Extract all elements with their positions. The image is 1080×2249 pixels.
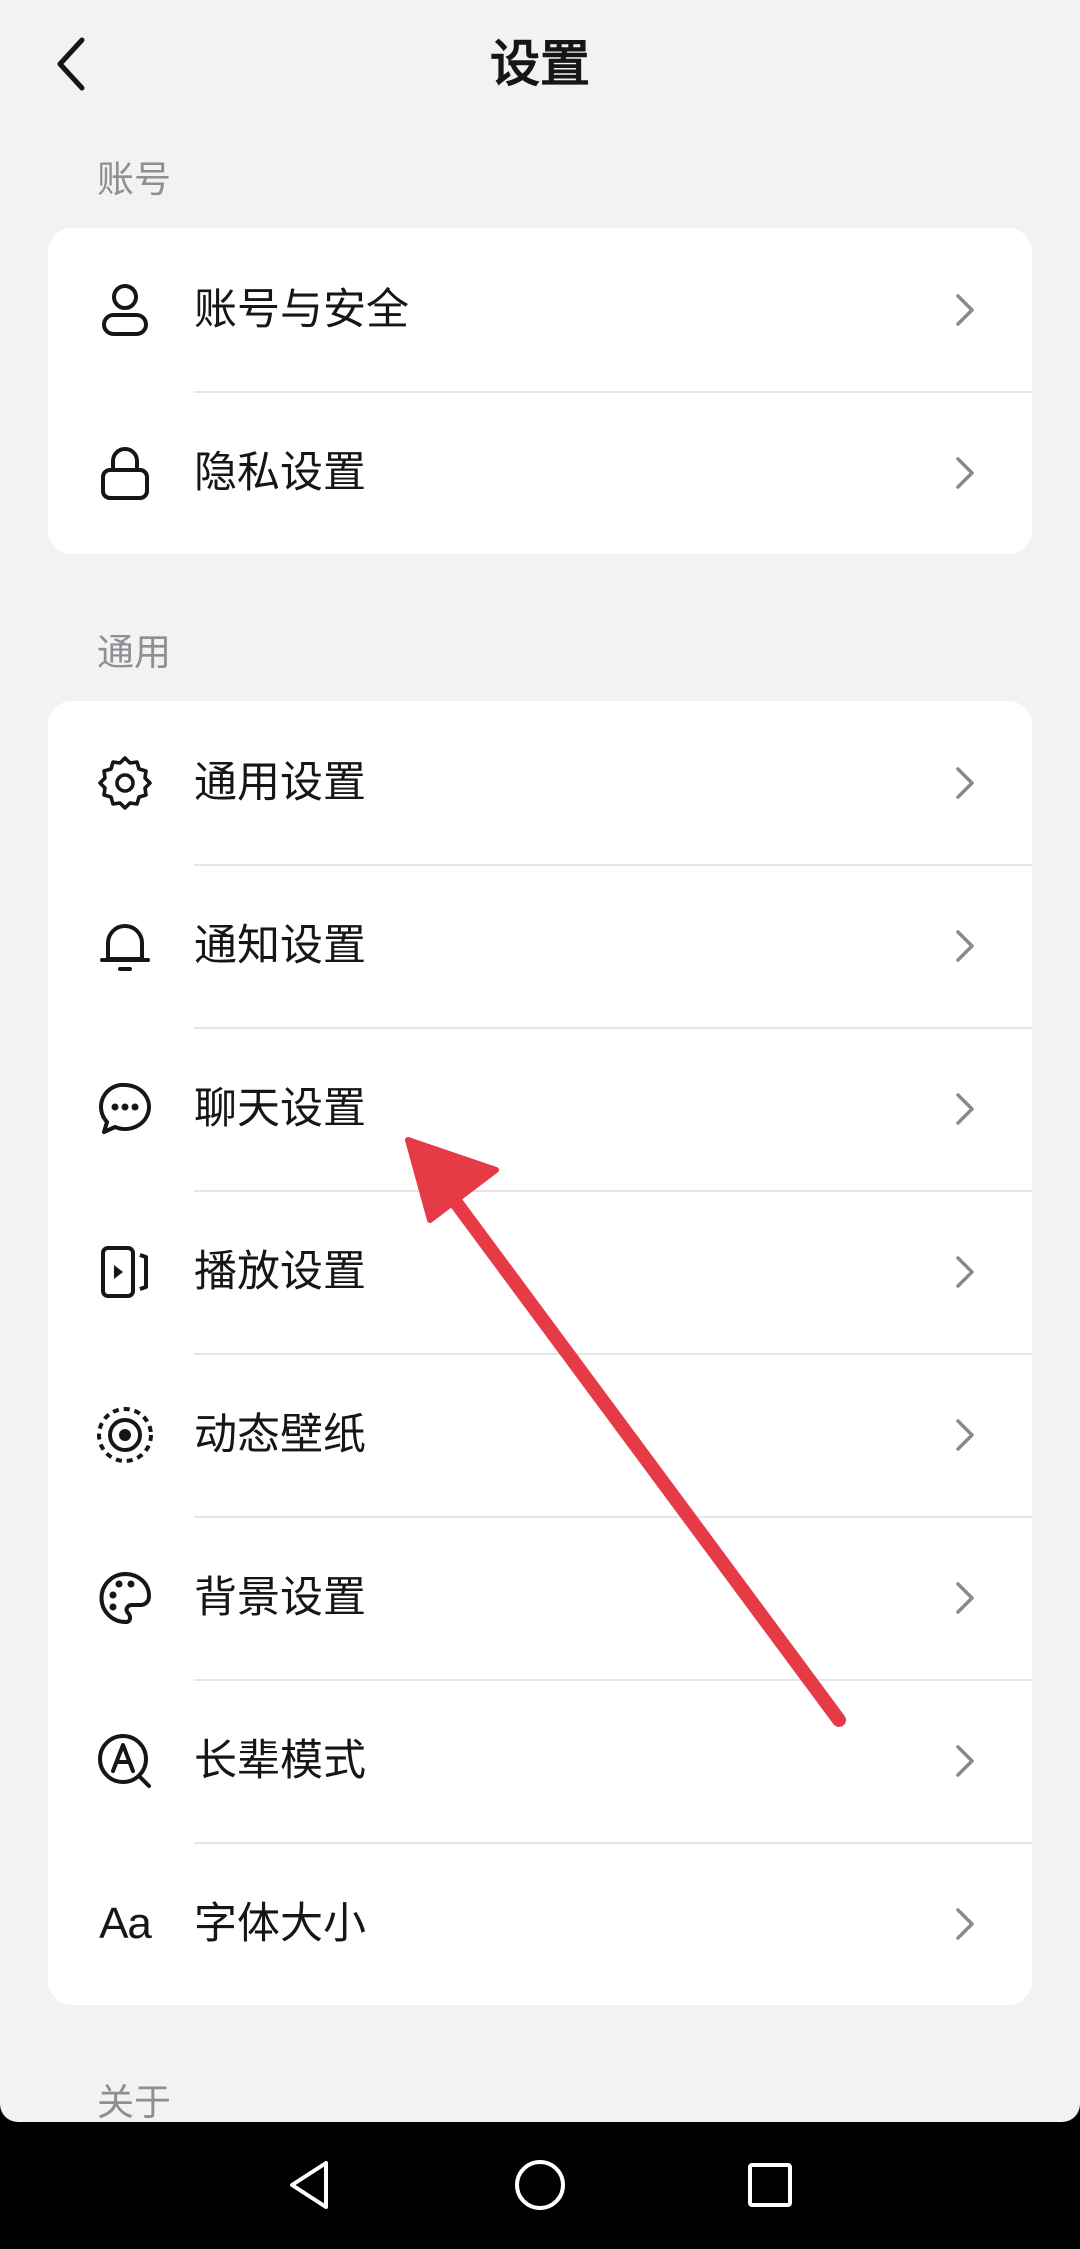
section-label-general: 通用 xyxy=(97,631,171,674)
chevron-right-icon xyxy=(950,1578,980,1618)
divider xyxy=(194,1679,1032,1681)
divider xyxy=(194,864,1032,866)
bell-icon xyxy=(95,916,155,976)
divider xyxy=(194,391,1032,393)
header: 设置 xyxy=(0,0,1080,130)
elder-mode-icon xyxy=(95,1731,155,1791)
chat-bubble-icon xyxy=(95,1079,155,1139)
account-card: 账号与安全 隐私设置 xyxy=(48,228,1032,554)
settings-row-general[interactable]: 通用设置 xyxy=(48,701,1032,864)
settings-row-elder-mode[interactable]: 长辈模式 xyxy=(48,1679,1032,1842)
system-nav-bar xyxy=(0,2122,1080,2249)
chevron-right-icon xyxy=(950,1252,980,1292)
palette-icon xyxy=(95,1568,155,1628)
nav-recents-button[interactable] xyxy=(730,2150,810,2220)
settings-row-notification[interactable]: 通知设置 xyxy=(48,864,1032,1027)
chevron-right-icon xyxy=(950,453,980,493)
row-label: 通用设置 xyxy=(194,757,366,808)
settings-row-live-wallpaper[interactable]: 动态壁纸 xyxy=(48,1353,1032,1516)
page-title: 设置 xyxy=(490,35,590,93)
general-card: 通用设置 通知设置 聊天设置 播放设置 动态壁纸 背景设置 长辈模式 Aa 字体… xyxy=(48,701,1032,2005)
settings-row-background[interactable]: 背景设置 xyxy=(48,1516,1032,1679)
font-size-glyph: Aa xyxy=(99,1898,152,1948)
recents-square-icon xyxy=(748,2163,792,2207)
chevron-right-icon xyxy=(950,1904,980,1944)
divider xyxy=(194,1027,1032,1029)
row-label: 通知设置 xyxy=(194,920,366,971)
chevron-right-icon xyxy=(950,1415,980,1455)
row-label: 播放设置 xyxy=(194,1246,366,1297)
settings-row-playback[interactable]: 播放设置 xyxy=(48,1190,1032,1353)
gear-icon xyxy=(95,753,155,813)
chevron-right-icon xyxy=(950,926,980,966)
lock-icon xyxy=(95,443,155,503)
chevron-right-icon xyxy=(950,763,980,803)
settings-screen: 设置 账号 账号与安全 隐私设置 通用 通用设置 通知设置 聊天设置 播放设置 … xyxy=(0,0,1080,2122)
row-label: 背景设置 xyxy=(194,1572,366,1623)
play-screen-icon xyxy=(95,1242,155,1302)
divider xyxy=(194,1516,1032,1518)
divider xyxy=(194,1353,1032,1355)
person-icon xyxy=(95,280,155,340)
nav-home-button[interactable] xyxy=(500,2150,580,2220)
settings-row-privacy[interactable]: 隐私设置 xyxy=(48,391,1032,554)
row-label: 字体大小 xyxy=(194,1898,366,1949)
settings-row-font-size[interactable]: Aa 字体大小 xyxy=(48,1842,1032,2005)
home-circle-icon xyxy=(515,2160,565,2210)
section-label-about: 关于 xyxy=(97,2081,171,2122)
row-label: 动态壁纸 xyxy=(194,1409,366,1460)
row-label: 隐私设置 xyxy=(194,447,366,498)
back-triangle-icon xyxy=(290,2161,328,2209)
settings-row-chat[interactable]: 聊天设置 xyxy=(48,1027,1032,1190)
live-wallpaper-icon xyxy=(95,1405,155,1465)
row-label: 聊天设置 xyxy=(194,1083,366,1134)
font-size-icon: Aa xyxy=(95,1894,155,1954)
divider xyxy=(194,1842,1032,1844)
nav-back-button[interactable] xyxy=(270,2150,350,2220)
chevron-right-icon xyxy=(950,1089,980,1129)
chevron-right-icon xyxy=(950,1741,980,1781)
row-label: 长辈模式 xyxy=(194,1735,366,1786)
chevron-right-icon xyxy=(950,290,980,330)
row-label: 账号与安全 xyxy=(194,284,409,335)
divider xyxy=(194,1190,1032,1192)
section-label-account: 账号 xyxy=(97,158,171,201)
settings-row-account-security[interactable]: 账号与安全 xyxy=(48,228,1032,391)
